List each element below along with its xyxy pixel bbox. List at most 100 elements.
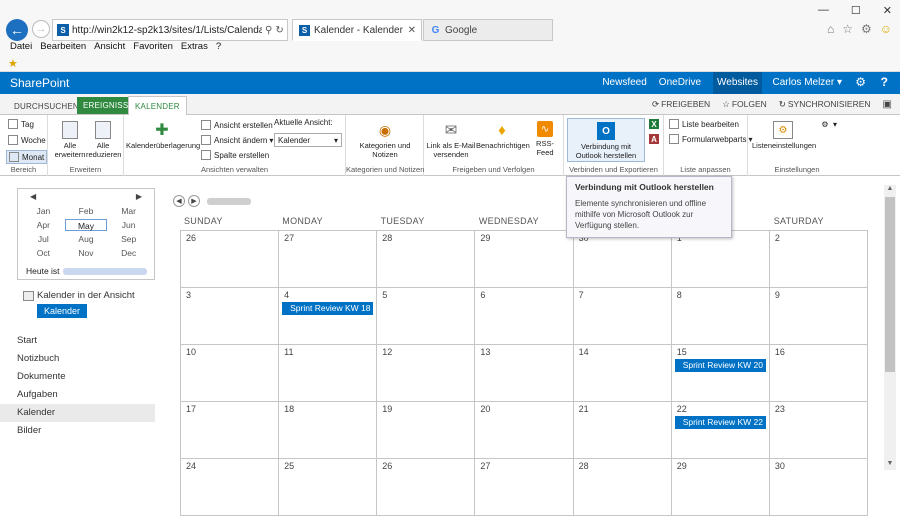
menu-help[interactable]: ? [216, 41, 221, 55]
month-mar[interactable]: Mar [107, 205, 150, 217]
scroll-down-icon[interactable]: ▼ [884, 460, 896, 470]
calendar-day-cell[interactable]: 15 Sprint Review KW 20 [671, 345, 770, 402]
back-button[interactable]: ← [6, 19, 28, 41]
settings-more-button[interactable]: ⚙ ▾ [820, 119, 837, 129]
month-jun[interactable]: Jun [107, 219, 150, 231]
share-button[interactable]: ⟳ FREIGEBEN [652, 99, 710, 110]
modify-view-button[interactable]: Ansicht ändern ▾ [201, 135, 273, 145]
list-settings-button[interactable]: ⚙ Listeneinstellungen [752, 121, 816, 150]
menu-favoriten[interactable]: Favoriten [133, 41, 173, 55]
close-icon[interactable]: ✕ [408, 25, 416, 36]
day-number[interactable]: 22 [677, 404, 687, 414]
alert-me-button[interactable]: ♦ Benachrichtigen [476, 121, 530, 151]
favorites-bar-icon[interactable]: ★ [8, 57, 18, 70]
edit-list-button[interactable]: Liste bearbeiten [669, 119, 739, 129]
day-number[interactable]: 3 [186, 290, 191, 300]
month-apr[interactable]: Apr [22, 219, 65, 231]
day-number[interactable]: 10 [186, 347, 196, 357]
day-number[interactable]: 19 [382, 404, 392, 414]
month-nov[interactable]: Nov [65, 247, 108, 259]
day-number[interactable]: 13 [480, 347, 490, 357]
month-oct[interactable]: Oct [22, 247, 65, 259]
export-excel-button[interactable]: X [649, 119, 662, 129]
calendar-day-cell[interactable]: 9 [769, 288, 868, 345]
month-dec[interactable]: Dec [107, 247, 150, 259]
tab-kalender[interactable]: S Kalender - Kalender ✕ [292, 19, 422, 41]
day-number[interactable]: 21 [579, 404, 589, 414]
day-number[interactable]: 9 [775, 290, 780, 300]
day-number[interactable]: 8 [677, 290, 682, 300]
month-sep[interactable]: Sep [107, 233, 150, 245]
month-jan[interactable]: Jan [22, 205, 65, 217]
day-number[interactable]: 5 [382, 290, 387, 300]
calendar-day-cell[interactable]: 30 [573, 231, 672, 288]
open-access-button[interactable]: A [649, 134, 662, 144]
next-month-icon[interactable]: ▶ [188, 195, 200, 207]
nav-item-dokumente[interactable]: Dokumente [0, 368, 155, 386]
calendar-day-cell[interactable]: 24 [181, 459, 280, 516]
create-view-button[interactable]: Ansicht erstellen [201, 120, 273, 130]
link-websites[interactable]: Websites [713, 72, 762, 94]
day-number[interactable]: 2 [775, 233, 780, 243]
calendar-day-cell[interactable]: 8 [671, 288, 770, 345]
calendar-day-cell[interactable]: 28 [377, 231, 476, 288]
day-number[interactable]: 27 [284, 233, 294, 243]
view-week-button[interactable]: Woche [8, 135, 46, 145]
menu-ansicht[interactable]: Ansicht [94, 41, 125, 55]
tab-kalender[interactable]: KALENDER [128, 96, 187, 116]
calendar-day-cell[interactable]: 17 [181, 402, 280, 459]
day-number[interactable]: 4 [284, 290, 289, 300]
month-may[interactable]: May [64, 219, 108, 231]
calendar-day-cell[interactable]: 11 [279, 345, 378, 402]
nav-item-start[interactable]: Start [0, 332, 155, 350]
calendar-day-cell[interactable]: 13 [475, 345, 574, 402]
favorites-star-icon[interactable]: ☆ [842, 22, 853, 36]
calendar-day-cell[interactable]: 4 Sprint Review KW 18 [279, 288, 378, 345]
follow-button[interactable]: ☆ FOLGEN [722, 99, 767, 110]
settings-gear-icon[interactable]: ⚙ [861, 22, 872, 36]
calendar-day-cell[interactable]: 27 [475, 459, 574, 516]
month-jul[interactable]: Jul [22, 233, 65, 245]
email-link-button[interactable]: ✉ Link als E-Mail versenden [426, 121, 476, 160]
calendar-day-cell[interactable]: 18 [279, 402, 378, 459]
calendar-day-cell[interactable]: 22 Sprint Review KW 22 [671, 402, 770, 459]
day-number[interactable]: 18 [284, 404, 294, 414]
calendar-day-cell[interactable]: 19 [377, 402, 476, 459]
day-number[interactable]: 26 [186, 233, 196, 243]
view-month-button[interactable]: Monat [6, 150, 48, 164]
day-number[interactable]: 28 [382, 233, 392, 243]
smiley-icon[interactable]: ☺ [880, 22, 892, 36]
refresh-icon[interactable]: ↻ [275, 25, 283, 36]
link-newsfeed[interactable]: Newsfeed [602, 77, 646, 89]
calendar-day-cell[interactable]: 6 [475, 288, 574, 345]
day-number[interactable]: 25 [284, 461, 294, 471]
day-number[interactable]: 15 [677, 347, 687, 357]
calendar-day-cell[interactable]: 16 [769, 345, 868, 402]
day-number[interactable]: 12 [382, 347, 392, 357]
connect-outlook-button[interactable]: O Verbindung mit Outlook herstellen [567, 118, 645, 162]
calendar-event[interactable]: Sprint Review KW 20 [674, 359, 766, 372]
maximize-icon[interactable]: ☐ [851, 4, 861, 17]
view-day-button[interactable]: Tag [8, 119, 34, 129]
help-icon[interactable]: ? [881, 75, 888, 89]
scroll-up-icon[interactable]: ▲ [884, 185, 896, 195]
day-number[interactable]: 20 [480, 404, 490, 414]
calendar-day-cell[interactable]: 26 [377, 459, 476, 516]
current-view-select[interactable]: Kalender ▾ [274, 133, 342, 147]
calendar-day-cell[interactable]: 1 [671, 231, 770, 288]
sync-button[interactable]: ↻ SYNCHRONISIEREN [779, 99, 871, 110]
tab-durchsuchen[interactable]: DURCHSUCHEN [8, 97, 85, 115]
tab-google[interactable]: G Google [423, 19, 553, 41]
forward-button[interactable]: → [32, 20, 50, 38]
day-number[interactable]: 27 [480, 461, 490, 471]
create-column-button[interactable]: Spalte erstellen [201, 150, 269, 160]
search-icon[interactable]: ⚲ [265, 25, 272, 36]
calendar-day-cell[interactable]: 5 [377, 288, 476, 345]
calendar-day-cell[interactable]: 26 [181, 231, 280, 288]
calendar-day-cell[interactable]: 28 [573, 459, 672, 516]
day-number[interactable]: 16 [775, 347, 785, 357]
day-number[interactable]: 28 [579, 461, 589, 471]
day-number[interactable]: 24 [186, 461, 196, 471]
user-menu[interactable]: Carlos Melzer ▾ [773, 77, 842, 88]
day-number[interactable]: 11 [284, 347, 293, 357]
